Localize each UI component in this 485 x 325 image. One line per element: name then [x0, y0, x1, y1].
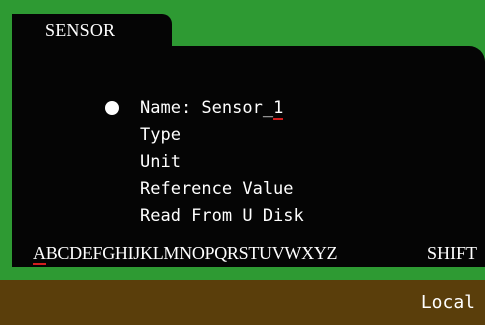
device-screen: SENSOR Name: Sensor_1 Type Unit Referenc…: [12, 14, 485, 267]
menu-item-reference-value[interactable]: Reference Value: [140, 179, 294, 205]
tab-sensor-label: SENSOR: [45, 20, 116, 40]
menu-item-name-label: Name: Sensor_: [140, 98, 274, 118]
menu-item-reference-value-label: Reference Value: [140, 179, 294, 199]
menu-item-unit[interactable]: Unit: [140, 152, 181, 178]
shift-key[interactable]: SHIFT: [427, 243, 477, 264]
selection-bullet-icon: [105, 101, 119, 115]
menu-item-name[interactable]: Name: Sensor_1: [140, 98, 284, 124]
menu-item-type[interactable]: Type: [140, 125, 181, 151]
menu-item-read-from-u-disk[interactable]: Read From U Disk: [140, 206, 304, 232]
text-cursor: 1: [273, 98, 284, 120]
menu-item-read-from-u-disk-label: Read From U Disk: [140, 206, 304, 226]
mode-indicator: Local: [420, 292, 475, 313]
menu-item-unit-label: Unit: [140, 152, 181, 172]
menu-item-type-label: Type: [140, 125, 181, 145]
on-screen-keyboard[interactable]: ABCDEFGHIJKLMNOPQRSTUVWXYZ: [33, 243, 338, 265]
keyboard-selected-letter[interactable]: A: [33, 243, 46, 265]
keyboard-letters[interactable]: BCDEFGHIJKLMNOPQRSTUVWXYZ: [46, 243, 338, 263]
status-bar: Local: [0, 280, 485, 325]
sensor-menu-panel: Name: Sensor_1 Type Unit Reference Value…: [12, 46, 485, 267]
tab-sensor[interactable]: SENSOR: [12, 14, 172, 50]
